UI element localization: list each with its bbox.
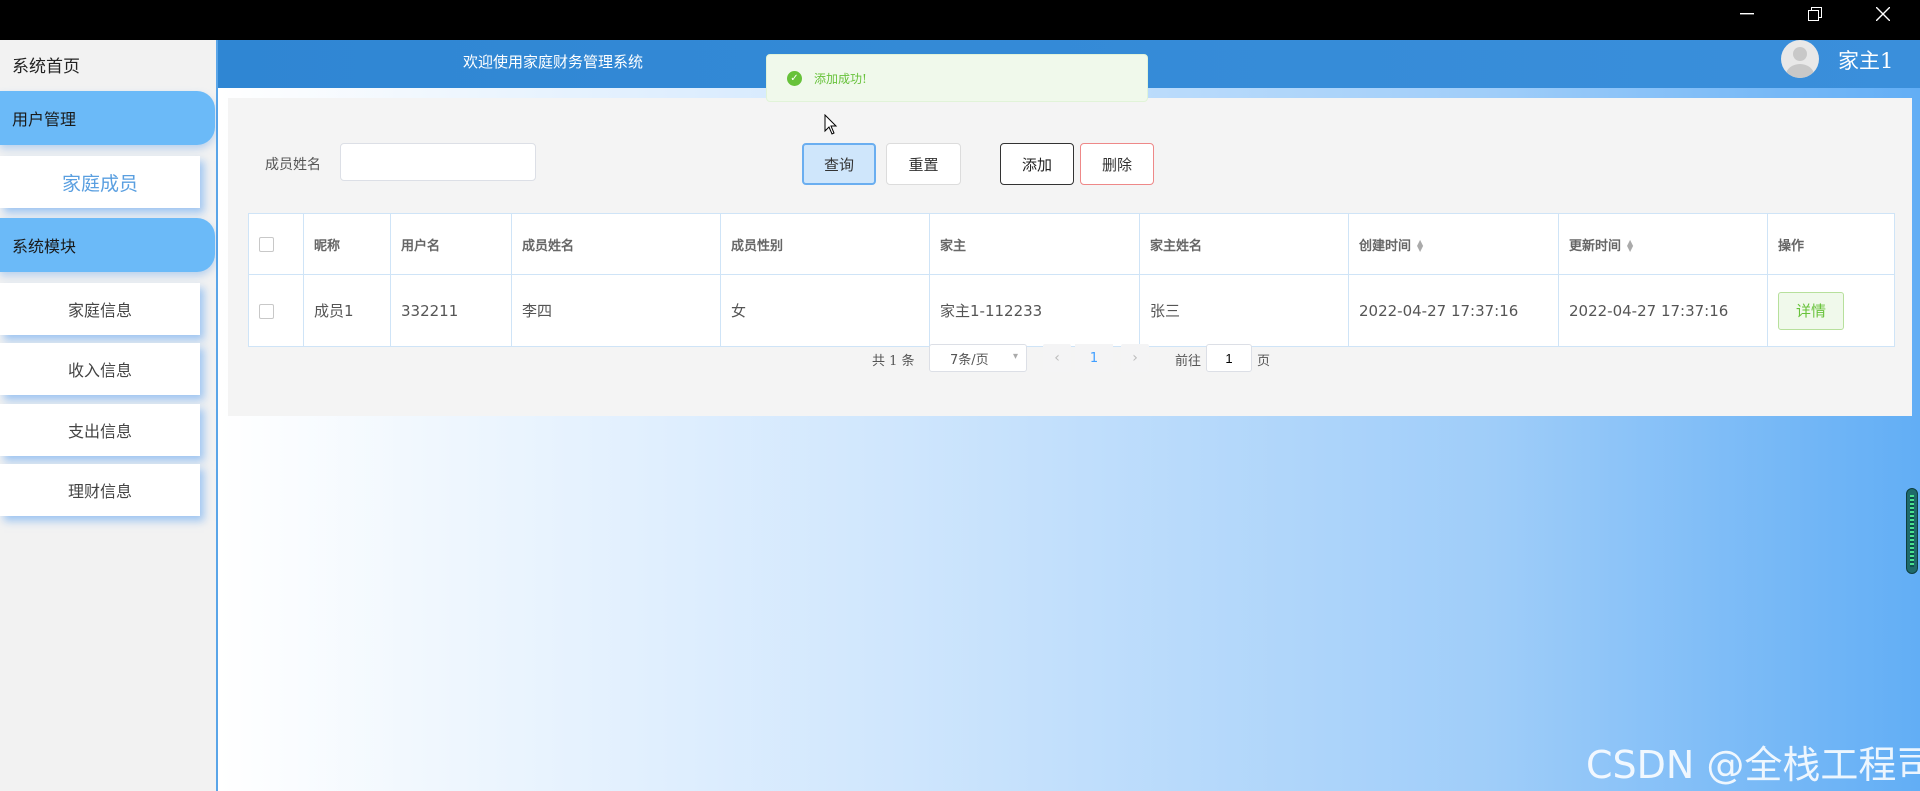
watermark: CSDN @全栈工程司 <box>1586 743 1920 787</box>
avatar-head-shape <box>1793 47 1807 61</box>
header-title: 欢迎使用家庭财务管理系统 <box>463 53 644 71</box>
sidebar-group-system-modules[interactable]: 系统模块 <box>0 218 215 272</box>
query-button[interactable]: 查询 <box>802 143 876 185</box>
column-header-created[interactable]: 创建时间 ▲ ▼ <box>1348 213 1559 275</box>
chevron-left-icon: ‹ <box>1054 350 1060 366</box>
next-page-button[interactable]: › <box>1121 344 1149 372</box>
sidebar-home-link[interactable]: 系统首页 <box>12 52 80 77</box>
sidebar-item-income-info[interactable]: 收入信息 <box>0 343 200 395</box>
window-titlebar <box>0 0 1920 40</box>
row-select-cell[interactable] <box>248 274 304 347</box>
page-size-value: 7条/页 <box>950 352 989 368</box>
toast-message: 添加成功! <box>814 71 867 86</box>
success-toast: ✓ 添加成功! <box>766 54 1148 102</box>
goto-suffix: 页 <box>1257 354 1271 369</box>
reset-button[interactable]: 重置 <box>886 143 961 185</box>
member-name-input[interactable] <box>340 143 536 181</box>
detail-button[interactable]: 详情 <box>1778 291 1844 330</box>
cell-member-name: 李四 <box>511 274 721 347</box>
list-panel: 成员姓名 查询 重置 添加 删除 昵称 用户名 成员姓名 成员性别 家主 家主姓… <box>228 98 1912 416</box>
sidebar-item-family-members[interactable]: 家庭成员 <box>0 156 200 208</box>
restore-icon[interactable] <box>1780 0 1850 28</box>
column-header: 成员性别 <box>720 213 930 275</box>
search-label: 成员姓名 <box>265 157 321 173</box>
cell-nickname: 成员1 <box>303 274 391 347</box>
column-header: 昵称 <box>303 213 391 275</box>
select-all-checkbox[interactable] <box>259 236 274 252</box>
main-content: 成员姓名 查询 重置 添加 删除 昵称 用户名 成员姓名 成员性别 家主 家主姓… <box>218 88 1920 791</box>
page-number[interactable]: 1 <box>1075 344 1113 372</box>
table-row: 成员1 332211 李四 女 家主1-112233 张三 2022-04-27… <box>248 274 1895 347</box>
cell-created: 2022-04-27 17:37:16 <box>1348 274 1559 347</box>
close-icon[interactable] <box>1848 0 1918 28</box>
pagination: 共 1 条 7条/页 ▾ ‹ 1 › 前往 页 <box>228 344 1912 374</box>
cell-head: 家主1-112233 <box>929 274 1140 347</box>
page-size-select[interactable]: 7条/页 ▾ <box>929 344 1027 372</box>
sidebar-item-family-info[interactable]: 家庭信息 <box>0 283 200 335</box>
select-all-cell[interactable] <box>248 213 304 275</box>
column-header: 家主 <box>929 213 1140 275</box>
column-header: 成员姓名 <box>511 213 721 275</box>
goto-label: 前往 <box>1175 354 1202 369</box>
avatar-body-shape <box>1786 64 1814 78</box>
delete-button[interactable]: 删除 <box>1080 143 1154 185</box>
column-header: 家主姓名 <box>1139 213 1349 275</box>
column-header-updated[interactable]: 更新时间 ▲ ▼ <box>1558 213 1768 275</box>
minimize-icon[interactable] <box>1712 0 1782 28</box>
avatar[interactable] <box>1781 40 1819 78</box>
column-header: 操作 <box>1767 213 1895 275</box>
cell-username: 332211 <box>390 274 512 347</box>
check-circle-icon: ✓ <box>787 70 802 86</box>
sort-icon[interactable]: ▲ ▼ <box>1417 239 1423 253</box>
prev-page-button[interactable]: ‹ <box>1043 344 1071 372</box>
scrollbar-handle[interactable] <box>1906 488 1918 574</box>
user-name[interactable]: 家主1 <box>1838 45 1893 75</box>
sidebar-item-expense-info[interactable]: 支出信息 <box>0 404 200 456</box>
column-header-label: 创建时间 <box>1359 238 1412 254</box>
chevron-down-icon: ▾ <box>1012 351 1018 362</box>
table-header-row: 昵称 用户名 成员姓名 成员性别 家主 家主姓名 创建时间 ▲ ▼ 更新时间 ▲ ▼ 操… <box>248 213 1895 275</box>
cell-gender: 女 <box>720 274 930 347</box>
row-checkbox[interactable] <box>259 303 274 319</box>
cell-head-name: 张三 <box>1139 274 1349 347</box>
sidebar: 系统首页 用户管理 家庭成员 系统模块 家庭信息 收入信息 支出信息 理财信息 <box>0 40 218 791</box>
pagination-total: 共 1 条 <box>872 354 915 369</box>
sidebar-item-finance-info[interactable]: 理财信息 <box>0 464 200 516</box>
mouse-cursor-icon <box>824 114 838 135</box>
sort-icon[interactable]: ▲ ▼ <box>1627 239 1633 253</box>
cell-updated: 2022-04-27 17:37:16 <box>1558 274 1768 347</box>
members-table: 昵称 用户名 成员姓名 成员性别 家主 家主姓名 创建时间 ▲ ▼ 更新时间 ▲ ▼ 操… <box>248 213 1895 347</box>
sidebar-group-user-management[interactable]: 用户管理 <box>0 91 215 145</box>
chevron-right-icon: › <box>1132 350 1138 366</box>
cell-action: 详情 <box>1767 274 1895 347</box>
goto-page-input[interactable] <box>1206 344 1252 372</box>
column-header-label: 更新时间 <box>1569 238 1622 254</box>
column-header: 用户名 <box>390 213 512 275</box>
add-button[interactable]: 添加 <box>1000 143 1074 185</box>
